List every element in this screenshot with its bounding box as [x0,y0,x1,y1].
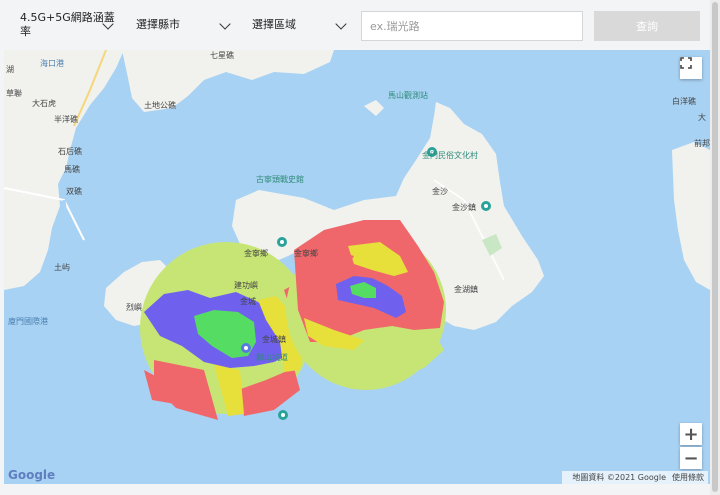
coverage-left [140,242,312,420]
land-islet [672,142,710,290]
terms-link[interactable]: 使用條款 [672,473,704,482]
district-select-label: 選擇區域 [252,18,296,31]
map-label: 金寧鄉 [244,248,268,258]
map-label: 烈嶼 [126,302,142,312]
poi-pin-icon [278,410,288,420]
scrollbar-thumb[interactable] [712,2,718,492]
map-label: 金城 [240,296,256,306]
map-label: 土地公礁 [144,100,176,110]
map-canvas: 湖 草聯 大石虎 半洋礁 石后礁 馬礁 双礁 土屿 海口港 七星礁 土地公礁 馬… [4,50,710,420]
map-label: 金城鎮 [262,334,286,344]
fullscreen-button[interactable] [680,57,702,79]
map-label: 金門民俗文化村 [422,150,478,160]
map-label: 石后礁 [58,146,82,156]
poi-pin-icon [241,343,251,353]
map-label: 湖 [6,65,14,74]
land-islet [364,100,384,116]
poi-pin-icon [277,237,287,247]
zoom-in-button[interactable]: + [680,423,702,445]
map-label: 大 [698,112,706,122]
poi-pin-icon [481,201,491,211]
map-label: 金沙鎮 [452,202,476,212]
map-label: 古寧頭戰史館 [256,174,304,184]
attribution-text: 地圖資料 ©2021 Google [572,473,666,482]
road-search-input[interactable] [361,11,583,41]
map-label: 草聯 [6,88,22,98]
google-logo: Google [8,468,55,482]
map-label: 半洋礁 [54,114,78,124]
map-label: 獅山坑道 [256,352,288,362]
map-label: 双礁 [66,186,82,196]
map-label: 廈門國際港 [8,316,48,326]
map-label: 七星礁 [210,50,234,60]
google-logo-text: Google [8,468,56,482]
map-label: 海口港 [40,58,64,68]
query-button[interactable]: 查詢 [594,11,700,41]
map-label: 金寧鄉 [294,248,318,258]
coverage-map[interactable]: 湖 草聯 大石虎 半洋礁 石后礁 馬礁 双礁 土屿 海口港 七星礁 土地公礁 馬… [4,50,710,484]
toolbar: 4.5G+5G網路涵蓋 率 選擇縣市 選擇區域 查詢 [0,0,720,50]
map-label: 大石虎 [32,98,56,108]
network-select-label: 4.5G+5G網路涵蓋 率 [20,11,115,38]
map-label: 金湖鎮 [454,284,478,294]
city-select-label: 選擇縣市 [136,18,180,31]
app: 4.5G+5G網路涵蓋 率 選擇縣市 選擇區域 查詢 [0,0,720,495]
zoom-out-button[interactable]: − [680,447,702,469]
map-label: 建功嶼 [234,280,258,290]
map-label: 土屿 [54,262,70,272]
map-label: 金沙 [432,186,448,196]
map-label: 白洋礁 [672,96,696,106]
map-label: 馬山觀測站 [388,90,428,100]
map-label: 前邦 [694,138,710,148]
map-label: 馬礁 [64,164,80,174]
fullscreen-icon [680,57,692,69]
map-attribution: 地圖資料 ©2021 Google 使用條款 [562,471,708,484]
